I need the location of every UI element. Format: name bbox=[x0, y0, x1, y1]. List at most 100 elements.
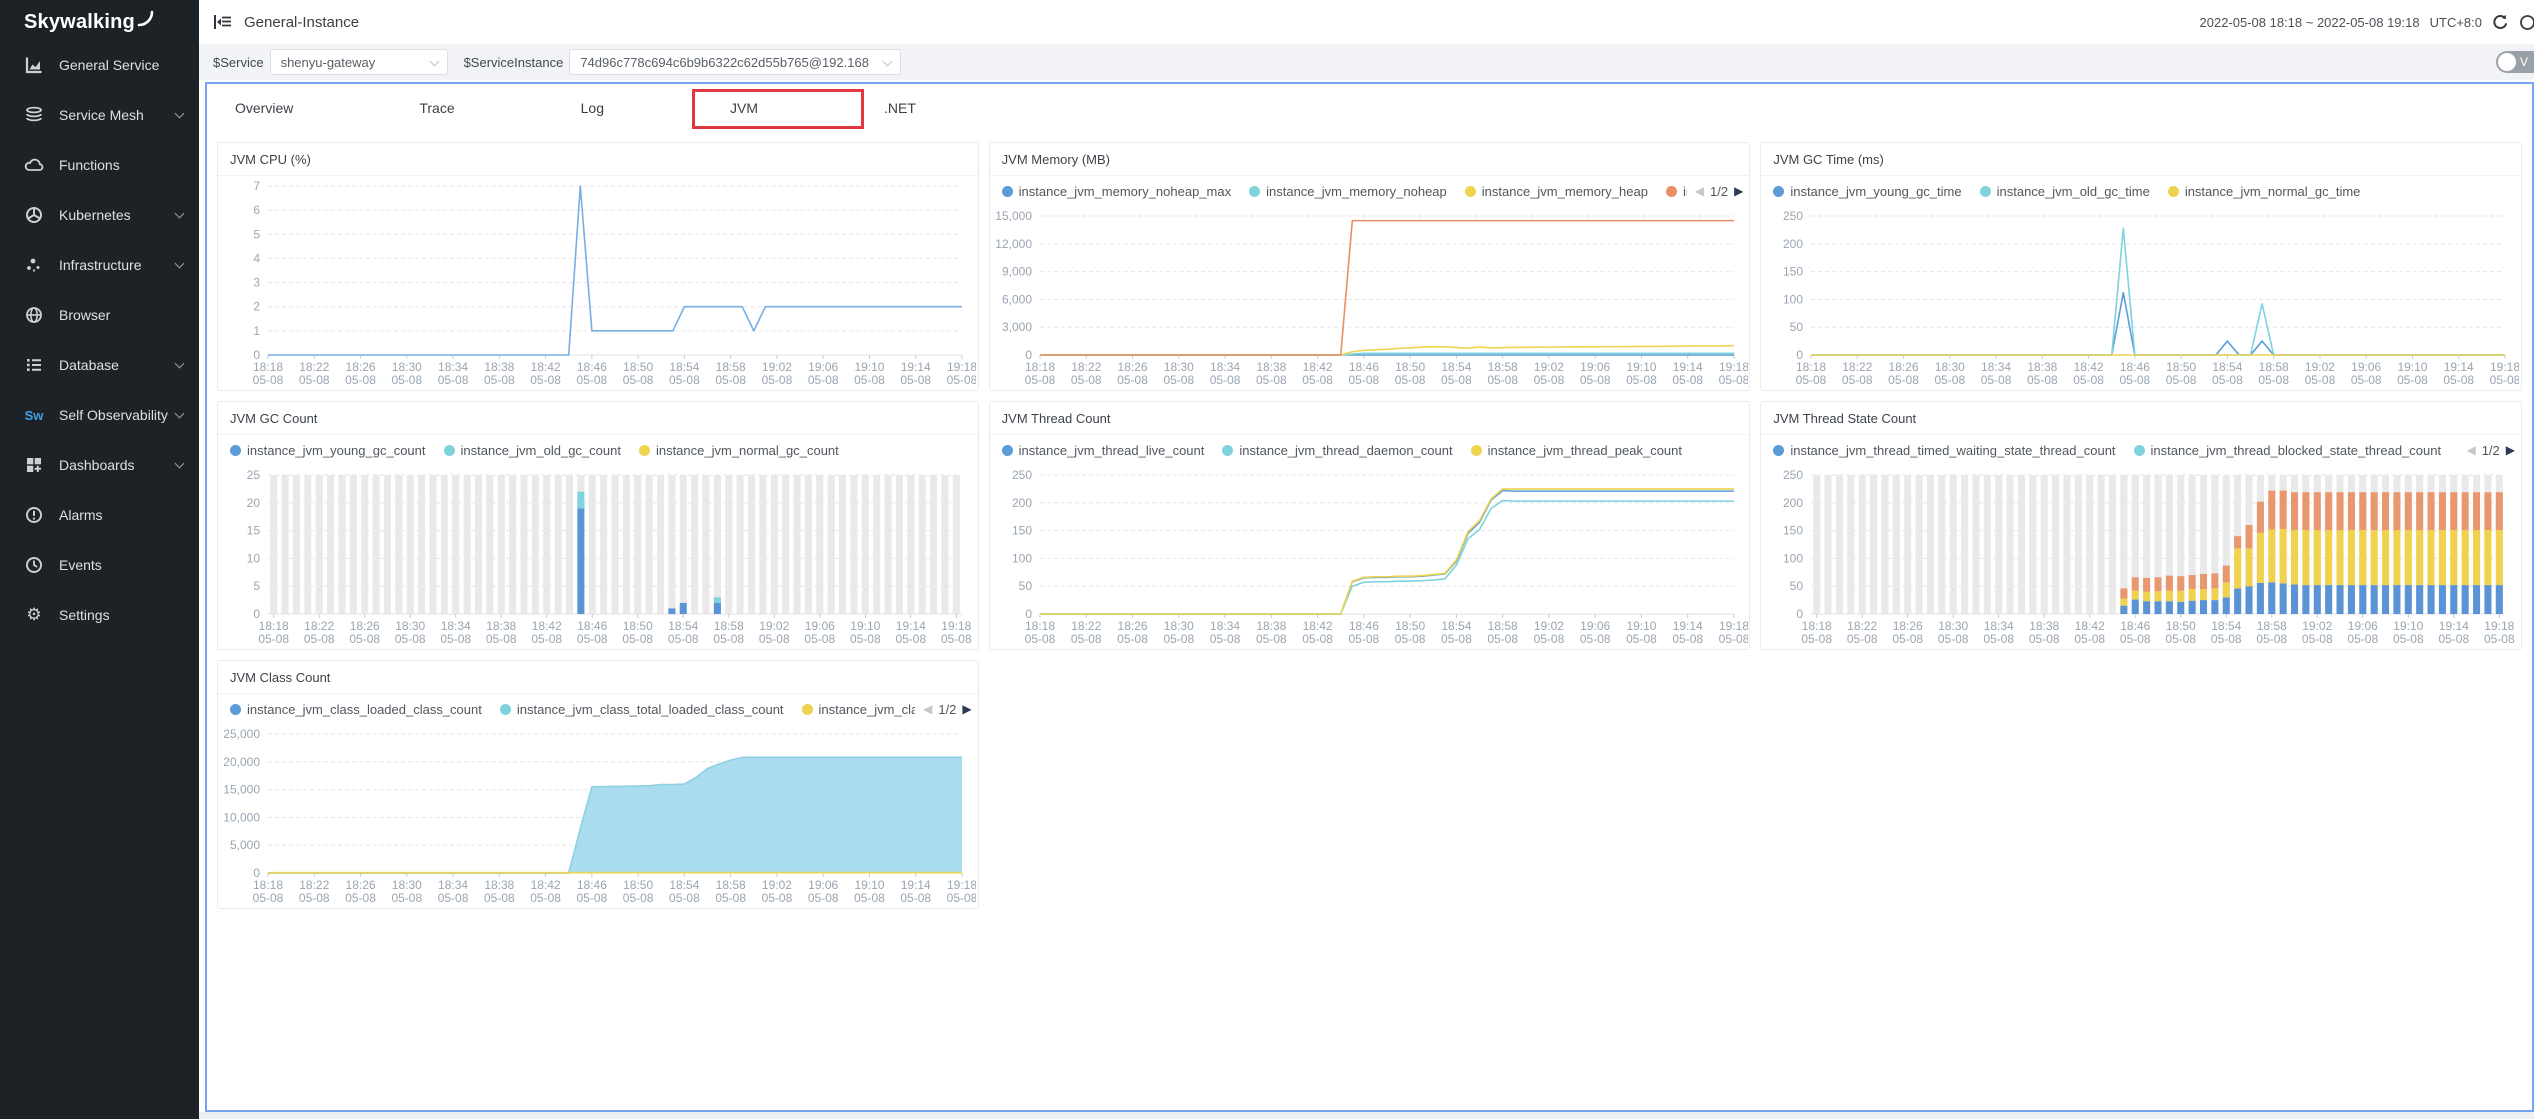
legend-prev-icon[interactable]: ◀ bbox=[923, 702, 932, 716]
grid-icon bbox=[23, 455, 45, 475]
legend-next-icon[interactable]: ▶ bbox=[1734, 184, 1743, 198]
svg-text:05-08: 05-08 bbox=[1487, 373, 1518, 387]
svg-text:05-08: 05-08 bbox=[530, 891, 561, 905]
svg-text:250: 250 bbox=[1783, 209, 1803, 223]
svg-text:05-08: 05-08 bbox=[854, 891, 885, 905]
sidebar-item-functions[interactable]: Functions bbox=[0, 140, 199, 190]
svg-text:19:02: 19:02 bbox=[2305, 360, 2335, 374]
refresh-icon[interactable] bbox=[2492, 14, 2509, 31]
legend-item[interactable]: instance_jvm_thread_daemon_count bbox=[1222, 443, 1452, 458]
svg-text:19:10: 19:10 bbox=[1626, 360, 1656, 374]
svg-text:19:02: 19:02 bbox=[759, 619, 789, 633]
legend-item[interactable]: instance_jvm_thread_peak_count bbox=[1471, 443, 1682, 458]
svg-text:05-08: 05-08 bbox=[623, 373, 654, 387]
sidebar-item-database[interactable]: Database bbox=[0, 340, 199, 390]
legend-item[interactable]: instance_jvm_class_loaded_class_count bbox=[230, 702, 482, 717]
svg-text:05-08: 05-08 bbox=[804, 632, 835, 646]
sidebar-item-label: Kubernetes bbox=[59, 207, 131, 223]
legend-item[interactable]: instance_jvm_old_gc_time bbox=[1980, 184, 2150, 199]
sidebar-item-infrastructure[interactable]: Infrastructure bbox=[0, 240, 199, 290]
legend-item[interactable]: instance_jvm_old_gc_count bbox=[444, 443, 621, 458]
sidebar-item-service-mesh[interactable]: Service Mesh bbox=[0, 90, 199, 140]
service-instance-select[interactable]: 74d96c778c694c6b9b6322c62d55b765@192.168 bbox=[569, 49, 901, 75]
collapse-sidebar-icon[interactable] bbox=[213, 14, 232, 30]
sidebar-item-kubernetes[interactable]: Kubernetes bbox=[0, 190, 199, 240]
legend-item[interactable]: instance_jvm_memory_heap bbox=[1465, 184, 1648, 199]
clock-partial-icon[interactable] bbox=[2519, 14, 2534, 31]
sidebar-item-alarms[interactable]: Alarms bbox=[0, 490, 199, 540]
tab-log[interactable]: Log bbox=[581, 100, 604, 116]
sidebar-item-events[interactable]: Events bbox=[0, 540, 199, 590]
cloud-icon bbox=[23, 155, 45, 175]
legend-dot-icon bbox=[639, 445, 650, 456]
main-area: General-Instance 2022-05-08 18:18 ~ 2022… bbox=[199, 0, 2534, 1119]
service-select[interactable]: shenyu-gateway bbox=[270, 49, 448, 75]
svg-text:18:58: 18:58 bbox=[2257, 619, 2287, 633]
legend-next-icon[interactable]: ▶ bbox=[2506, 443, 2515, 457]
legend-dot-icon bbox=[444, 445, 455, 456]
svg-text:1: 1 bbox=[253, 324, 260, 338]
svg-text:05-08: 05-08 bbox=[577, 632, 608, 646]
legend-dot-icon bbox=[1773, 445, 1784, 456]
svg-text:05-08: 05-08 bbox=[484, 373, 515, 387]
svg-text:05-08: 05-08 bbox=[440, 632, 471, 646]
sidebar-item-label: Settings bbox=[59, 607, 110, 623]
app-logo[interactable]: Skywalking bbox=[0, 0, 199, 40]
legend-item[interactable]: instance_jvm_thread_timed_waiting_state_… bbox=[1773, 443, 2115, 458]
legend-prev-icon[interactable]: ◀ bbox=[2466, 443, 2475, 457]
svg-text:18:46: 18:46 bbox=[1349, 360, 1379, 374]
legend-next-icon[interactable]: ▶ bbox=[962, 702, 971, 716]
legend-item[interactable]: instance_jvm_normal_gc_count bbox=[639, 443, 839, 458]
dashboard-container: OverviewTraceLogJVM.NET JVM CPU (%)01234… bbox=[205, 82, 2534, 1112]
legend-item[interactable]: instance_jvm_normal_gc_time bbox=[2168, 184, 2361, 199]
svg-text:10,000: 10,000 bbox=[223, 810, 260, 824]
svg-text:18:34: 18:34 bbox=[1210, 619, 1240, 633]
svg-text:05-08: 05-08 bbox=[895, 632, 926, 646]
svg-text:05-08: 05-08 bbox=[2393, 632, 2424, 646]
sidebar-item-self-observability[interactable]: SwSelf Observability bbox=[0, 390, 199, 440]
legend-label: instance_jvm_memory_noheap_max bbox=[1019, 184, 1231, 199]
svg-text:05-08: 05-08 bbox=[1302, 373, 1333, 387]
svg-text:05-08: 05-08 bbox=[1580, 632, 1611, 646]
tab-overview[interactable]: Overview bbox=[235, 100, 293, 116]
legend-item[interactable]: instance_jvm_class_total_loaded_class_co… bbox=[500, 702, 784, 717]
legend-item[interactable]: instance_jvm_thread_live_count bbox=[1002, 443, 1205, 458]
svg-text:05-08: 05-08 bbox=[2166, 373, 2197, 387]
edit-mode-toggle[interactable]: V bbox=[2496, 51, 2534, 73]
sidebar-item-general-service[interactable]: General Service bbox=[0, 40, 199, 90]
legend-label: instance_jvm_normal_gc_count bbox=[656, 443, 839, 458]
legend-item[interactable]: instance_jvm_memory_noheap_max bbox=[1002, 184, 1231, 199]
legend-item[interactable]: instance_jvm_memory_noheap bbox=[1249, 184, 1447, 199]
legend-dot-icon bbox=[1002, 445, 1013, 456]
svg-text:5: 5 bbox=[253, 227, 260, 241]
legend-item[interactable]: instance_jvm_young_gc_time bbox=[1773, 184, 1961, 199]
tab-trace[interactable]: Trace bbox=[419, 100, 454, 116]
svg-text:20,000: 20,000 bbox=[223, 755, 260, 769]
svg-text:18:46: 18:46 bbox=[577, 360, 607, 374]
sidebar-item-dashboards[interactable]: Dashboards bbox=[0, 440, 199, 490]
svg-text:20: 20 bbox=[247, 496, 261, 510]
legend-dot-icon bbox=[1249, 186, 1260, 197]
legend-prev-icon[interactable]: ◀ bbox=[1695, 184, 1704, 198]
svg-text:18:18: 18:18 bbox=[1796, 360, 1826, 374]
chart-legend: instance_jvm_thread_live_count instance_j… bbox=[990, 435, 1750, 465]
sidebar-item-browser[interactable]: Browser bbox=[0, 290, 199, 340]
svg-text:150: 150 bbox=[1012, 524, 1032, 538]
legend-item[interactable]: instance_jvm_young_gc_count bbox=[230, 443, 426, 458]
tab-jvm[interactable]: JVM bbox=[730, 100, 758, 116]
tab-net[interactable]: .NET bbox=[884, 100, 916, 116]
svg-text:7: 7 bbox=[253, 179, 260, 193]
chart-legend: instance_jvm_thread_timed_waiting_state_… bbox=[1761, 435, 2521, 465]
service-select-value: shenyu-gateway bbox=[281, 55, 376, 70]
svg-text:19:10: 19:10 bbox=[854, 360, 884, 374]
legend-pagination: ◀1/2▶ bbox=[2458, 435, 2515, 465]
svg-text:18:30: 18:30 bbox=[1163, 360, 1193, 374]
legend-item[interactable]: instance_jvm_thread_blocked_state_thread… bbox=[2134, 443, 2442, 458]
svg-text:18:34: 18:34 bbox=[1984, 619, 2014, 633]
svg-text:05-08: 05-08 bbox=[1024, 373, 1055, 387]
legend-label: instance_jvm_memory_noheap bbox=[1266, 184, 1447, 199]
sidebar-item-settings[interactable]: ⚙Settings bbox=[0, 590, 199, 640]
svg-text:05-08: 05-08 bbox=[941, 632, 972, 646]
time-range-picker[interactable]: 2022-05-08 18:18 ~ 2022-05-08 19:18 bbox=[2200, 15, 2420, 30]
svg-text:05-08: 05-08 bbox=[1626, 373, 1657, 387]
